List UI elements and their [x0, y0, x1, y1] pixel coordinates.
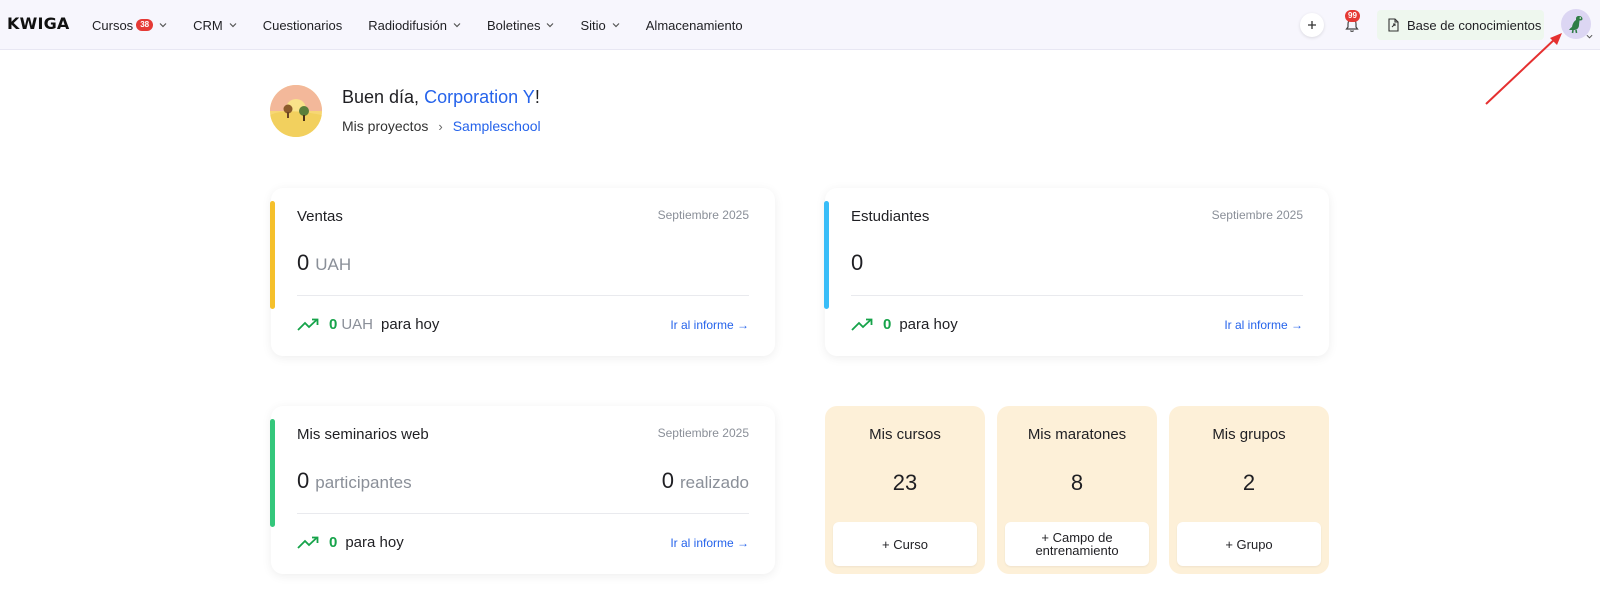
- sales-today: 0 UAH para hoy: [297, 316, 439, 333]
- sales-total: 0 UAH: [297, 250, 351, 276]
- nav-crm[interactable]: CRM: [193, 18, 237, 33]
- add-button[interactable]: [1300, 13, 1324, 37]
- my-marathons-tile: Mis maratones 8 + Campo de entrenamiento: [997, 406, 1157, 574]
- my-groups-count: 2: [1242, 470, 1256, 495]
- students-card-title: Estudiantes: [851, 208, 930, 225]
- webinars-participants: 0 participantes: [297, 468, 412, 494]
- nav-boletines-label: Boletines: [486, 17, 541, 33]
- document-link-icon: [1387, 18, 1399, 32]
- webinars-held-unit: realizado: [680, 473, 749, 492]
- notifications-badge: 99: [1345, 10, 1360, 22]
- chevron-down-icon: [612, 23, 620, 28]
- greeting-suffix: !: [534, 87, 540, 107]
- students-card-accent: [824, 201, 829, 309]
- breadcrumb: Mis proyectos › Sampleschool: [342, 118, 541, 134]
- red-annotation-arrow: [1485, 33, 1562, 105]
- my-courses-count: 23: [892, 470, 918, 495]
- students-total: 0: [851, 250, 863, 276]
- add-course-button[interactable]: + Curso: [833, 522, 977, 566]
- landscape-avatar-icon: [270, 85, 322, 137]
- chevron-down-icon: [229, 23, 237, 28]
- chevron-down-icon: [453, 23, 461, 28]
- chevron-down-icon: [159, 23, 167, 28]
- plus-icon: [1308, 21, 1316, 29]
- nav-almacenamiento-label: Almacenamiento: [645, 17, 743, 33]
- trending-up-icon: [297, 536, 319, 550]
- nav-cuestionarios[interactable]: Cuestionarios: [263, 18, 343, 33]
- nav-crm-label: CRM: [193, 17, 223, 33]
- webinars-card-accent: [270, 419, 275, 527]
- my-courses-tile: Mis cursos 23 + Curso: [825, 406, 985, 574]
- webinars-today-value: 0: [329, 534, 338, 551]
- students-report-link[interactable]: Ir al informe →: [1224, 318, 1303, 332]
- webinars-today: 0 para hoy: [297, 534, 404, 551]
- webinars-held: 0 realizado: [662, 468, 749, 494]
- divider: [297, 295, 749, 296]
- chevron-down-icon: [547, 23, 554, 28]
- trending-up-icon: [851, 318, 873, 332]
- sales-today-label: para hoy: [381, 316, 440, 333]
- sales-card-period: Septiembre 2025: [657, 208, 749, 222]
- my-courses-title: Mis cursos: [869, 426, 941, 443]
- divider: [297, 513, 749, 514]
- students-total-value: 0: [851, 250, 864, 275]
- students-card-period: Septiembre 2025: [1211, 208, 1303, 222]
- sales-total-value: 0: [297, 250, 310, 275]
- nav-cuestionarios-label: Cuestionarios: [262, 17, 343, 33]
- webinars-report-link[interactable]: Ir al informe →: [670, 536, 749, 550]
- webinars-participants-value: 0: [297, 468, 310, 493]
- sales-card-accent: [270, 201, 275, 309]
- students-today: 0 para hoy: [851, 316, 958, 333]
- my-groups-title: Mis grupos: [1212, 426, 1286, 443]
- nav-sitio[interactable]: Sitio: [580, 17, 620, 33]
- organization-name-link[interactable]: Corporation Y: [424, 87, 535, 107]
- webinars-card: Mis seminarios web Septiembre 2025 0 part…: [270, 406, 775, 574]
- nav-boletines[interactable]: Boletines: [487, 18, 554, 33]
- add-group-button[interactable]: + Grupo: [1177, 522, 1321, 566]
- greeting-title: Buen día, Corporation Y!: [342, 87, 540, 108]
- greeting-prefix: Buen día,: [342, 87, 425, 107]
- sales-card-title: Ventas: [297, 208, 343, 225]
- breadcrumb-separator: ›: [438, 118, 443, 134]
- nav-radiodifusion[interactable]: Radiodifusión: [368, 18, 461, 33]
- divider: [851, 295, 1303, 296]
- project-avatar: [270, 85, 322, 137]
- webinars-card-title: Mis seminarios web: [297, 426, 429, 443]
- my-marathons-title: Mis maratones: [1027, 426, 1127, 443]
- top-navigation-bar: KWIGA Cursos 38 CRM Cuestionarios Radiod…: [0, 0, 1600, 50]
- webinars-today-label: para hoy: [345, 534, 404, 551]
- nav-radiodifusion-label: Radiodifusión: [368, 17, 447, 33]
- nav-sitio-label: Sitio: [580, 17, 606, 33]
- sales-card: Ventas Septiembre 2025 0 UAH 0 UAH para h…: [270, 188, 775, 356]
- trending-up-icon: [297, 318, 319, 332]
- students-today-value: 0: [883, 316, 892, 333]
- kwiga-logo[interactable]: KWIGA: [7, 14, 70, 33]
- my-marathons-count: 8: [1070, 470, 1084, 495]
- main-nav: Cursos 38 CRM Cuestionarios Radiodifusió…: [92, 0, 769, 50]
- nav-cursos-badge: 38: [136, 19, 154, 31]
- students-card: Estudiantes Septiembre 2025 0 0 para hoy…: [824, 188, 1329, 356]
- nav-cursos-label: Cursos: [92, 17, 134, 33]
- webinars-card-period: Septiembre 2025: [657, 426, 749, 440]
- webinars-participants-unit: participantes: [315, 473, 412, 492]
- sales-report-link[interactable]: Ir al informe →: [670, 318, 749, 332]
- sales-total-unit: UAH: [315, 255, 352, 274]
- sales-today-unit: UAH: [341, 316, 374, 333]
- chevron-down-icon: [1586, 34, 1593, 39]
- sales-today-value: 0: [329, 316, 338, 333]
- nav-cursos[interactable]: Cursos 38: [92, 18, 167, 33]
- add-bootcamp-button[interactable]: + Campo de entrenamiento: [1005, 522, 1149, 566]
- nav-almacenamiento[interactable]: Almacenamiento: [646, 18, 743, 33]
- breadcrumb-my-projects[interactable]: Mis proyectos: [342, 118, 428, 134]
- webinars-held-value: 0: [661, 468, 674, 493]
- my-groups-tile: Mis grupos 2 + Grupo: [1169, 406, 1329, 574]
- students-today-label: para hoy: [899, 316, 958, 333]
- breadcrumb-current-project[interactable]: Sampleschool: [453, 118, 541, 134]
